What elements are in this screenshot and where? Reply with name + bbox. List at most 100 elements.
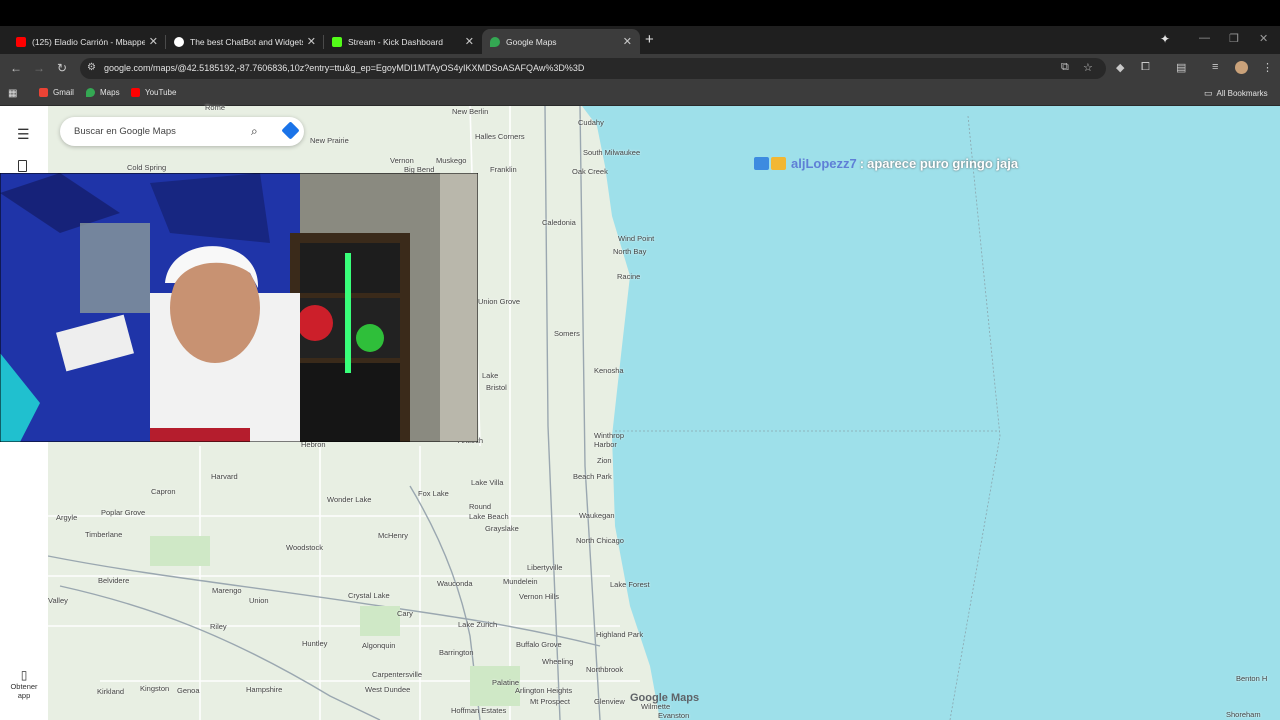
place-label: Northbrook [586,665,624,674]
more-menu-icon[interactable]: ⋮ [1262,61,1273,74]
place-label: Arlington Heights [515,686,573,695]
place-label: New Berlin [452,107,489,116]
install-app-icon[interactable]: ⧉ [1061,61,1069,74]
tab-label: Google Maps [506,36,557,47]
reload-icon[interactable]: ↻ [57,61,67,75]
tab-close-icon[interactable]: ✕ [465,35,474,48]
tab-chatbot[interactable]: The best ChatBot and Widgets ✕ [166,29,324,54]
place-label: Caledonia [542,218,576,227]
restore-icon[interactable]: ❐ [1229,32,1239,45]
site-info-icon[interactable]: ⚙ [87,62,96,73]
place-label: Vernon Hills [519,592,560,601]
place-label: Highland Park [596,630,644,639]
place-label: North Bay [613,247,647,256]
new-tab-plus-icon[interactable]: + [645,31,654,48]
media-controls-icon[interactable]: ≡ [1212,61,1218,73]
place-label: Beach Park [573,472,612,481]
hamburger-menu-icon[interactable]: ☰ [17,126,30,143]
place-label: Riley [210,622,227,631]
youtube-favicon-icon [16,36,26,47]
url-text[interactable]: google.com/maps/@42.5185192,-87.7606836,… [104,63,584,73]
bookmark-gmail[interactable]: Gmail [39,88,74,97]
place-label: Genoa [177,686,200,695]
place-label: Muskego [436,156,467,165]
maps-icon [86,88,95,97]
place-label: Buffalo Grove [516,640,562,649]
tab-close-icon[interactable]: ✕ [149,35,158,48]
tab-close-icon[interactable]: ✕ [307,35,316,48]
place-label: Benton H [1236,674,1268,683]
place-label: Capron [151,487,176,496]
tab-close-icon[interactable]: ✕ [623,35,632,48]
bookmarks-bar [0,83,1280,106]
apps-grid-icon[interactable]: ▦ [8,88,17,99]
stream-chat-overlay: aljLopezz7 : aparece puro gringo jaja [754,156,1018,171]
side-panel-icon[interactable]: ▤ [1176,61,1186,74]
gemini-sparkle-icon[interactable]: ✦ [1160,32,1170,46]
place-label: Bristol [486,383,507,392]
place-label: Valley [48,596,68,605]
place-label: Belvidere [98,576,130,585]
saved-bookmark-icon[interactable] [18,160,27,172]
place-label: Vernon [390,156,414,165]
place-label: Kingston [140,684,170,693]
place-label: Lake Forest [610,580,650,589]
lake-michigan [582,106,1280,720]
close-window-icon[interactable]: ✕ [1259,32,1268,45]
place-label: New Prairie [310,136,349,145]
place-label: Crystal Lake [348,591,390,600]
place-label: Cold Spring [127,163,167,172]
place-label: Libertyville [527,563,563,572]
phone-icon: ▯ [20,668,28,682]
google-maps-logo: Google Maps [630,692,700,704]
maps-search-input[interactable]: Buscar en Google Maps [74,126,176,137]
place-label: Fox Lake [418,489,449,498]
place-label: Algonquin [362,641,396,650]
webcam-overlay [0,173,478,442]
place-label: South Milwaukee [583,148,641,157]
youtube-icon [131,88,140,97]
all-bookmarks-label: All Bookmarks [1216,89,1268,98]
place-label: Kenosha [594,366,624,375]
gmail-icon [39,88,48,97]
search-icon[interactable]: ⌕ [251,124,258,139]
place-label: Cudahy [578,118,604,127]
place-label: Franklin [490,165,517,174]
place-label: Argyle [56,513,78,522]
chat-message: aparece puro gringo jaja [867,156,1019,171]
bookmark-maps[interactable]: Maps [86,88,120,97]
place-label: Kirkland [97,687,125,696]
bookmark-youtube[interactable]: YouTube [131,88,176,97]
place-label: Mundelein [503,577,538,586]
get-app-line2: app [17,691,31,700]
place-label: Mt Prospect [530,697,571,706]
bookmark-star-icon[interactable]: ☆ [1083,61,1093,74]
place-label: Somers [554,329,580,338]
place-label: Glenview [594,697,625,706]
place-label: Poplar Grove [101,508,146,517]
bookmark-label: Maps [100,88,120,97]
get-app-button[interactable]: ▯ Obtener app [4,668,44,700]
bookmark-label: YouTube [145,88,177,97]
all-bookmarks-folder[interactable]: ▭ All Bookmarks [1204,88,1268,99]
profile-avatar[interactable] [1235,61,1248,74]
maps-favicon-icon [490,36,500,47]
top-black-bar [0,0,1280,26]
extension-diamond-icon[interactable]: ◆ [1116,61,1124,74]
tab-google-maps[interactable]: Google Maps ✕ [482,29,640,54]
chat-separator: : [859,156,865,171]
place-label: Evanston [658,711,690,720]
place-label: Lake [482,371,499,380]
back-arrow-icon[interactable]: ← [10,61,22,75]
place-label: Waukegan [579,511,615,520]
tab-youtube[interactable]: (125) Eladio Carrión - Mbappe ✕ [8,29,166,54]
tab-kick-dashboard[interactable]: Stream - Kick Dashboard ✕ [324,29,482,54]
minimize-icon[interactable]: — [1199,32,1210,44]
place-label: McHenry [378,531,409,540]
folder-icon: ▭ [1204,88,1213,98]
forward-arrow-icon[interactable]: → [33,61,45,75]
place-label: Racine [617,272,641,281]
place-label: Carpentersville [372,670,423,679]
extensions-puzzle-icon[interactable]: ⧠ [1141,61,1150,74]
place-label: Round Lake Beach [469,502,509,521]
